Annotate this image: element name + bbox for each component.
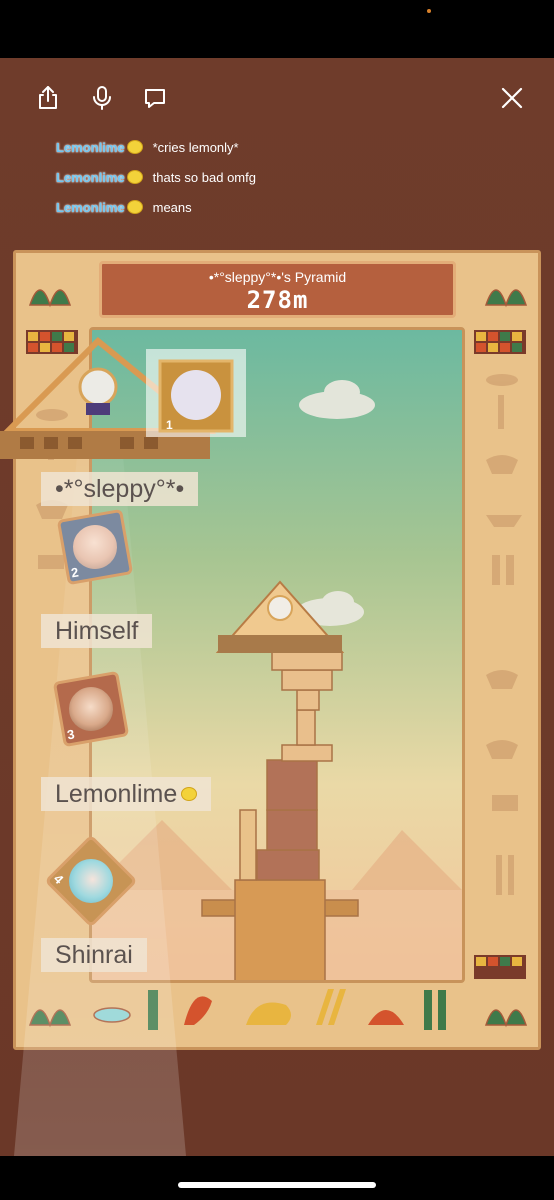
ranking-name: Shinrai [41,938,147,972]
ranking-name: Lemonlime [41,777,212,811]
rank-1-avatar[interactable]: 1 [164,368,228,432]
chat-text: means [152,199,192,215]
rank-number: 3 [65,726,76,743]
chat-message: Lemonlime thats so bad omfg [56,166,256,188]
pyramid-owner-name: •*°sleppy°*•'s Pyramid [208,269,347,285]
chat-bubble-icon[interactable] [141,84,169,112]
ranking-name-text: Lemonlime [55,779,178,808]
chat-username[interactable]: Lemonlime [56,140,125,155]
ranking-name: Himself [41,614,153,648]
lemon-icon [181,787,198,801]
tower-height: 278m [246,286,309,314]
chat-message: Lemonlime means [56,196,192,218]
status-indicator-dot [427,9,431,13]
home-indicator[interactable] [178,1182,376,1188]
rank-number: 2 [69,564,80,581]
microphone-icon[interactable] [88,84,116,112]
share-icon[interactable] [34,84,62,112]
lemon-icon [126,140,143,154]
chat-message: Lemonlime *cries lemonly* [56,136,239,158]
lemon-icon [126,200,143,214]
ranking-name: •*°sleppy°*• [41,472,199,506]
close-icon[interactable] [498,84,526,112]
avatar-face [59,849,123,913]
pyramid-title-plate: •*°sleppy°*•'s Pyramid 278m [99,261,456,318]
chat-username[interactable]: Lemonlime [56,170,125,185]
rank-3-avatar[interactable]: 3 [52,670,130,748]
chat-username[interactable]: Lemonlime [56,200,125,215]
rank-number: 4 [50,871,67,887]
lemon-icon [126,170,143,184]
chat-text: thats so bad omfg [152,169,256,185]
rank-number: 1 [166,418,173,432]
system-bottom-bar [0,1156,554,1200]
rank-2-avatar[interactable]: 2 [56,508,134,586]
chat-text: *cries lemonly* [152,139,239,155]
